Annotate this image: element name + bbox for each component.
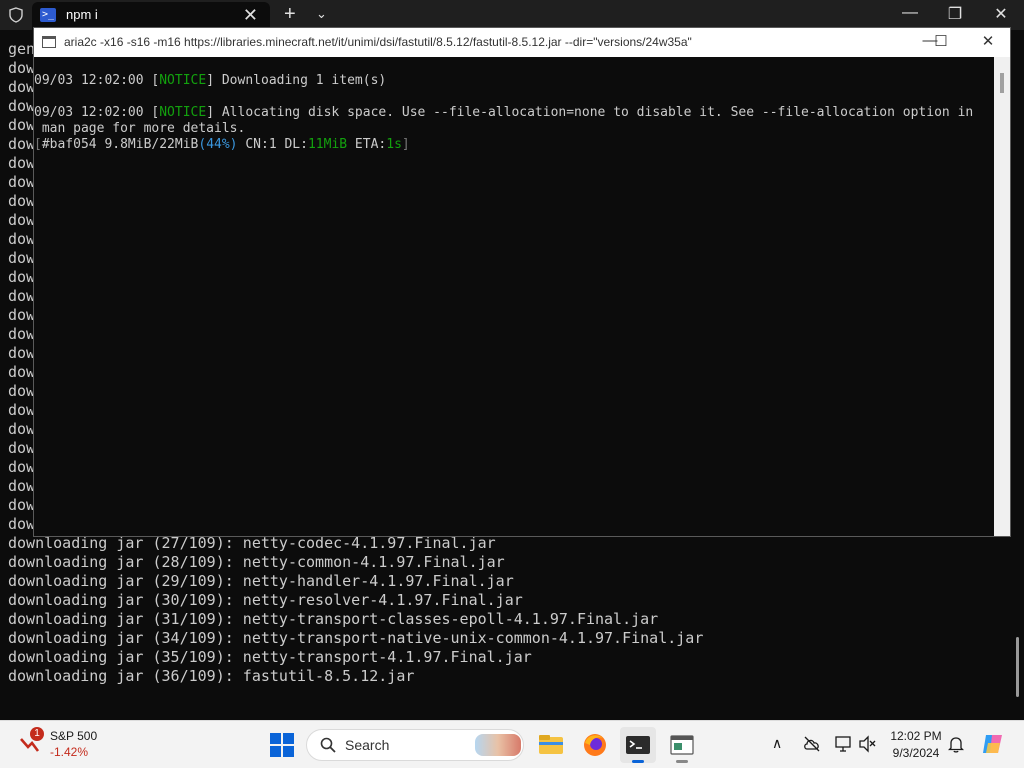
- terminal-line: dow: [8, 78, 36, 96]
- terminal-line: dow: [8, 59, 36, 77]
- terminal-line: dow: [8, 325, 36, 343]
- terminal-line: dow: [8, 97, 36, 115]
- terminal-line: dow: [8, 382, 36, 400]
- progress-id-size: #baf054 9.8MiB/22MiB: [41, 137, 199, 152]
- aria-scrollbar-thumb[interactable]: [1000, 73, 1004, 93]
- aria2c-console-window[interactable]: aria2c -x16 -s16 -m16 https://libraries.…: [33, 27, 1011, 537]
- terminal-line: dow: [8, 477, 36, 495]
- tab-npm-i[interactable]: >_ npm i ✕: [32, 2, 270, 30]
- notice-tag: NOTICE: [159, 105, 207, 120]
- terminal-line: dow: [8, 515, 36, 533]
- terminal-line: dow: [8, 401, 36, 419]
- terminal-line: dow: [8, 192, 36, 210]
- terminal-line: gen: [8, 40, 36, 58]
- terminal-app-icon[interactable]: [620, 727, 656, 763]
- aria-close-button[interactable]: ✕: [968, 32, 1008, 50]
- terminal-line: dow: [8, 154, 36, 172]
- terminal-line: downloading jar (36/109): fastutil-8.5.1…: [8, 667, 415, 685]
- terminal-line: downloading jar (31/109): netty-transpor…: [8, 610, 659, 628]
- minimize-button[interactable]: —: [890, 4, 930, 22]
- cloud-offline-icon[interactable]: [802, 735, 822, 753]
- terminal-line: dow: [8, 363, 36, 381]
- terminal-line: dow: [8, 268, 36, 286]
- active-indicator: [632, 760, 644, 763]
- terminal-line: downloading jar (28/109): netty-common-4…: [8, 553, 505, 571]
- running-indicator: [676, 760, 688, 763]
- restore-button[interactable]: ❐: [935, 4, 975, 24]
- terminal-line: downloading jar (30/109): netty-resolver…: [8, 591, 523, 609]
- widget-badge: 1: [30, 727, 44, 741]
- aria-scrollbar[interactable]: [994, 57, 1010, 536]
- console-app-icon: [42, 36, 56, 48]
- stock-change[interactable]: -1.42%: [50, 745, 88, 759]
- terminal-line: dow: [8, 306, 36, 324]
- close-window-button[interactable]: ✕: [981, 4, 1021, 24]
- notice-tag: NOTICE: [159, 73, 207, 88]
- log-line-manpage: man page for more details.: [34, 121, 246, 136]
- terminal-line: dow: [8, 116, 36, 134]
- terminal-line: dow: [8, 344, 36, 362]
- file-explorer-icon[interactable]: [533, 727, 569, 763]
- taskbar: 1 S&P 500 -1.42% Search ∧ 12:02 PM 9/3/2…: [0, 720, 1024, 768]
- terminal-line: downloading jar (29/109): netty-handler-…: [8, 572, 514, 590]
- search-icon: [320, 737, 336, 753]
- shield-icon[interactable]: [8, 7, 24, 23]
- terminal-line: dow: [8, 135, 36, 153]
- terminal-line: dow: [8, 211, 36, 229]
- aria2c-titlebar: aria2c -x16 -s16 -m16 https://libraries.…: [34, 28, 1010, 57]
- terminal-line: dow: [8, 458, 36, 476]
- speaker-muted-icon[interactable]: [858, 735, 876, 753]
- chevron-up-icon[interactable]: ∧: [772, 735, 782, 752]
- network-icon[interactable]: [834, 735, 852, 753]
- progress-percent: (44%): [198, 137, 238, 152]
- log-line-downloading: 09/03 12:02:00 [NOTICE] Downloading 1 it…: [34, 73, 387, 88]
- terminal-line: downloading jar (34/109): netty-transpor…: [8, 629, 704, 647]
- chevron-down-icon[interactable]: ⌄: [316, 6, 327, 22]
- terminal-line: dow: [8, 230, 36, 248]
- console-window-icon[interactable]: [664, 727, 700, 763]
- clock-date[interactable]: 9/3/2024: [880, 746, 952, 760]
- aria-maximize-button[interactable]: ☐: [921, 32, 961, 50]
- firefox-icon[interactable]: [577, 727, 613, 763]
- eta-value: 1s: [386, 137, 402, 152]
- tab-title: npm i: [66, 7, 98, 22]
- terminal-scrollbar-thumb[interactable]: [1016, 637, 1019, 697]
- progress-line: [#baf054 9.8MiB/22MiB(44%) CN:1 DL:11MiB…: [34, 137, 410, 152]
- terminal-line: downloading jar (35/109): netty-transpor…: [8, 648, 532, 666]
- aria2c-output[interactable]: 09/03 12:02:00 [NOTICE] Downloading 1 it…: [34, 57, 994, 536]
- new-tab-button[interactable]: +: [284, 3, 296, 26]
- terminal-line: dow: [8, 173, 36, 191]
- terminal-titlebar: >_ npm i ✕ + ⌄ — ❐ ✕: [0, 0, 1024, 30]
- terminal-line: dow: [8, 287, 36, 305]
- powershell-icon: >_: [40, 8, 56, 22]
- search-highlight-image: [475, 734, 521, 756]
- aria2c-window-title: aria2c -x16 -s16 -m16 https://libraries.…: [64, 35, 692, 49]
- search-label: Search: [345, 737, 390, 753]
- download-speed: 11MiB: [307, 137, 348, 152]
- copilot-icon[interactable]: [980, 731, 1006, 757]
- clock-time[interactable]: 12:02 PM: [880, 729, 952, 743]
- stock-name[interactable]: S&P 500: [50, 729, 97, 743]
- windows-start-icon[interactable]: [270, 733, 294, 757]
- tab-close-button[interactable]: ✕: [243, 5, 258, 26]
- terminal-line: dow: [8, 439, 36, 457]
- terminal-line: dow: [8, 249, 36, 267]
- notification-bell-icon[interactable]: [948, 735, 964, 753]
- terminal-line: dow: [8, 496, 36, 514]
- terminal-line: dow: [8, 420, 36, 438]
- log-line-allocating: 09/03 12:02:00 [NOTICE] Allocating disk …: [34, 105, 974, 120]
- taskbar-search[interactable]: Search: [306, 729, 524, 761]
